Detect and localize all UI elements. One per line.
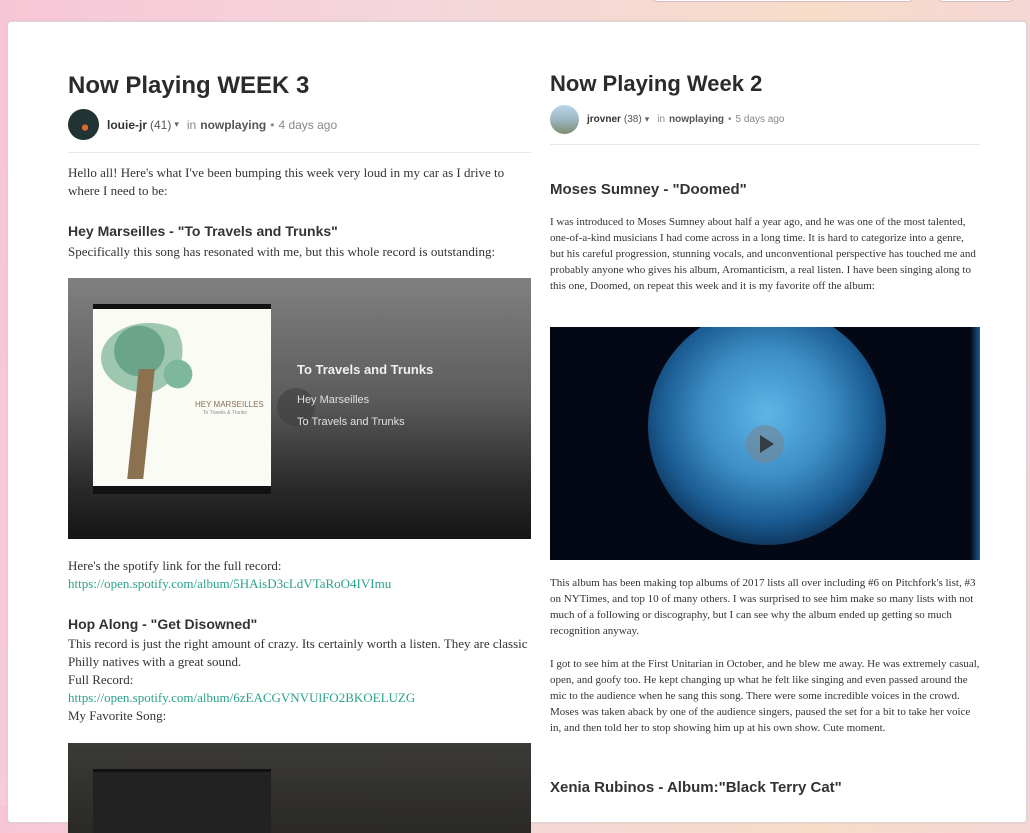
full-record-label: Full Record: xyxy=(68,672,134,687)
spotify-label: Here's the spotify link for the full rec… xyxy=(68,558,282,573)
separator-dot: • xyxy=(270,117,275,132)
section-text: This record is just the right amount of … xyxy=(68,636,528,669)
header-button[interactable] xyxy=(935,0,1016,2)
post-title[interactable]: Now Playing WEEK 3 xyxy=(68,72,309,100)
post-time[interactable]: 5 days ago xyxy=(736,114,785,125)
album-cover xyxy=(93,769,271,833)
play-icon[interactable] xyxy=(746,425,784,463)
cover-subtitle-text: To Travels & Trunks xyxy=(203,410,247,416)
embed-track-title: To Travels and Trunks xyxy=(297,362,434,377)
section-heading: Xenia Rubinos - Album:"Black Terry Cat" xyxy=(550,779,842,796)
in-label: in xyxy=(186,117,197,132)
avatar[interactable] xyxy=(68,109,99,140)
divider xyxy=(550,144,980,145)
category-link[interactable]: nowplaying xyxy=(200,118,266,132)
chevron-down-icon[interactable]: ▾ xyxy=(645,114,650,125)
spotify-link[interactable]: https://open.spotify.com/album/5HAisD3cL… xyxy=(68,575,391,593)
favorite-song-label: My Favorite Song: xyxy=(68,708,167,723)
spotify-link[interactable]: https://open.spotify.com/album/6zEACGVNV… xyxy=(68,689,415,707)
section-text: Specifically this song has resonated wit… xyxy=(68,244,496,259)
author-name[interactable]: jrovner xyxy=(587,114,621,125)
search-input[interactable] xyxy=(650,0,916,2)
chevron-down-icon[interactable]: ▾ xyxy=(174,119,179,130)
reputation: (38) xyxy=(623,114,642,125)
reputation: (41) xyxy=(150,117,172,132)
album-cover: HEY MARSEILLES To Travels & Trunks xyxy=(93,304,271,494)
content-panel: Now Playing WEEK 3 louie-jr (41) ▾ in no… xyxy=(7,21,1027,833)
intro-text: Hello all! Here's what I've been bumping… xyxy=(68,165,505,198)
divider xyxy=(68,152,531,153)
post-meta: louie-jr (41) ▾ in nowplaying • 4 days a… xyxy=(68,109,337,140)
post-time[interactable]: 4 days ago xyxy=(278,118,337,132)
post-meta: jrovner (38) ▾ in nowplaying • 5 days ag… xyxy=(550,105,784,134)
category-link[interactable]: nowplaying xyxy=(669,114,724,125)
paragraph: I got to see him at the First Unitarian … xyxy=(550,658,980,734)
section-heading: Hop Along - "Get Disowned" xyxy=(68,616,258,632)
video-embed[interactable] xyxy=(550,327,980,560)
author-name[interactable]: louie-jr xyxy=(107,118,147,132)
cover-band-text: HEY MARSEILLES xyxy=(195,400,264,409)
spotify-embed[interactable] xyxy=(68,743,531,833)
in-label: in xyxy=(657,114,666,125)
embed-artist: Hey Marseilles xyxy=(297,394,370,406)
section-heading: Hey Marseilles - "To Travels and Trunks" xyxy=(68,223,338,239)
section-heading: Moses Sumney - "Doomed" xyxy=(550,181,747,198)
spotify-embed[interactable]: HEY MARSEILLES To Travels & Trunks To Tr… xyxy=(68,278,531,539)
paragraph: I was introduced to Moses Sumney about h… xyxy=(550,216,976,292)
paragraph: This album has been making top albums of… xyxy=(550,577,976,637)
separator-dot: • xyxy=(728,114,732,125)
avatar[interactable] xyxy=(550,105,579,134)
embed-album: To Travels and Trunks xyxy=(297,416,405,428)
post-title[interactable]: Now Playing Week 2 xyxy=(550,71,762,97)
